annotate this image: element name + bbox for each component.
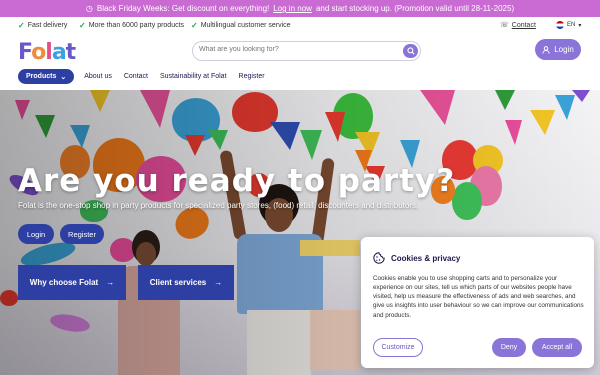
usp-item: ✓ Fast delivery (18, 21, 67, 30)
check-icon: ✓ (18, 21, 25, 30)
usp-label: Multilingual customer service (200, 22, 291, 29)
flag-icon (556, 21, 564, 29)
why-choose-folat-tile[interactable]: Why choose Folat → (18, 265, 126, 300)
nav-link-contact[interactable]: Contact (124, 73, 148, 80)
deny-button[interactable]: Deny (492, 338, 526, 357)
logo[interactable]: Folat (18, 40, 76, 65)
search-icon (406, 47, 415, 55)
hero-login-button[interactable]: Login (18, 224, 54, 244)
products-menu[interactable]: Products ⌄ (18, 69, 75, 84)
check-icon: ✓ (191, 21, 198, 30)
promo-text: Black Friday Weeks: Get discount on ever… (96, 4, 270, 13)
language-selector[interactable]: EN ▾ (556, 21, 581, 29)
search-button[interactable] (403, 44, 418, 58)
check-icon: ✓ (79, 21, 86, 30)
accept-all-button[interactable]: Accept all (532, 338, 582, 357)
nav-link-about[interactable]: About us (84, 73, 112, 80)
nav-link-sustainability[interactable]: Sustainability at Folat (160, 73, 227, 80)
hero-subtitle: Folat is the one-stop shop in party prod… (18, 201, 419, 210)
cookie-dialog: Cookies & privacy Cookies enable you to … (361, 237, 594, 368)
language-label: EN (567, 22, 576, 28)
usp-bar: ✓ Fast delivery ✓ More than 6000 party p… (0, 17, 600, 34)
site-header: Folat Login Products ⌄ About us Contact … (0, 34, 600, 90)
usp-label: Fast delivery (27, 22, 68, 29)
clock-icon: ◷ (85, 4, 93, 13)
cookie-body: Cookies enable you to use shopping carts… (373, 275, 584, 319)
cookie-title-row: Cookies & privacy (373, 252, 460, 264)
main-nav: Products ⌄ About us Contact Sustainabili… (18, 69, 277, 84)
arrow-right-icon: → (214, 278, 223, 287)
phone-icon: ☏ (500, 22, 509, 29)
search-bar (192, 41, 421, 61)
hero-register-button[interactable]: Register (60, 224, 104, 244)
usp-label: More than 6000 party products (88, 22, 185, 29)
promo-login-link[interactable]: Log in now (273, 4, 312, 13)
login-button[interactable]: Login (535, 39, 581, 60)
arrow-right-icon: → (106, 278, 115, 287)
chevron-down-icon: ▾ (578, 22, 582, 29)
usp-item: ✓ Multilingual customer service (191, 21, 291, 30)
promo-text-suffix: and start stocking up. (Promotion valid … (315, 4, 515, 13)
customize-button[interactable]: Customize (373, 338, 423, 357)
usp-item: ✓ More than 6000 party products (79, 21, 184, 30)
search-input[interactable] (199, 46, 394, 53)
nav-link-register[interactable]: Register (239, 73, 265, 80)
promo-bar: ◷ Black Friday Weeks: Get discount on ev… (0, 0, 600, 17)
client-services-tile[interactable]: Client services → (138, 265, 234, 300)
hero-title: Are you ready to party? (18, 163, 456, 199)
contact-link[interactable]: ☏ Contact (500, 21, 536, 30)
chevron-down-icon: ⌄ (60, 73, 67, 81)
cookie-icon (373, 252, 385, 264)
cookie-title: Cookies & privacy (391, 253, 461, 263)
user-icon (542, 45, 550, 54)
